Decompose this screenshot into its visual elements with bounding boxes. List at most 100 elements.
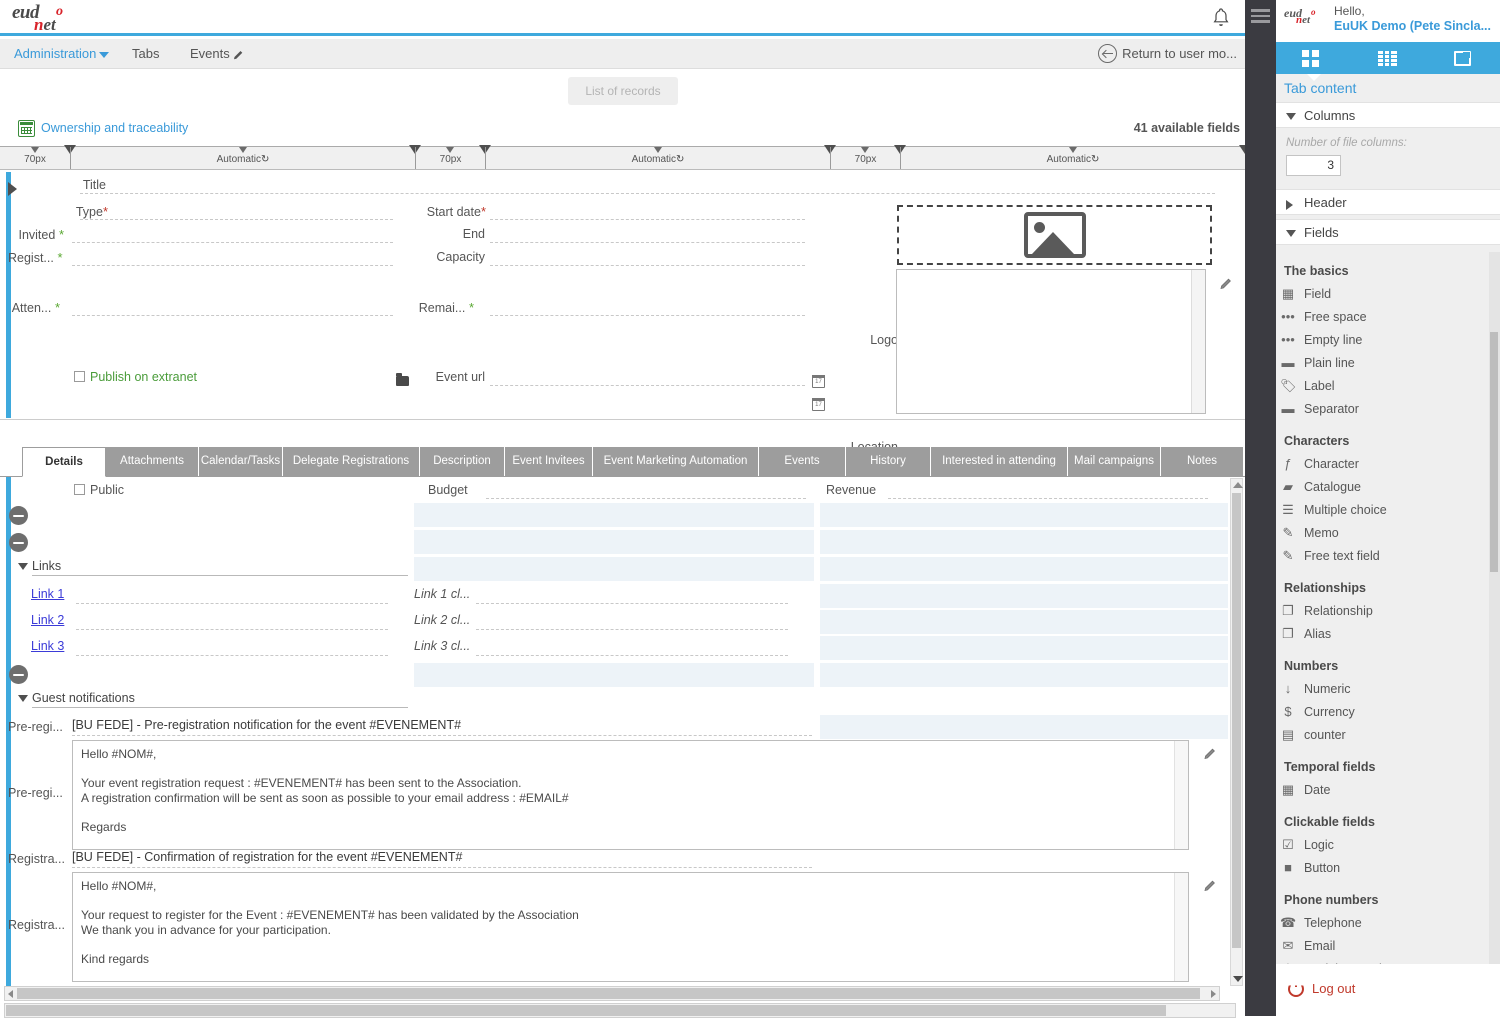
remove-row-button[interactable] (9, 665, 28, 684)
tab-list-view[interactable] (1351, 42, 1425, 74)
accordion-fields[interactable]: Fields (1276, 219, 1500, 245)
tab-calendar-tasks[interactable]: Calendar/Tasks (199, 447, 283, 476)
scroll-left-arrow-icon[interactable] (8, 990, 13, 998)
tab-mail-campaigns[interactable]: Mail campaigns (1068, 447, 1161, 476)
link-input[interactable] (76, 629, 388, 630)
ruler-center-marker[interactable] (238, 147, 247, 153)
field-type-button[interactable]: ■ Button (1284, 860, 1340, 875)
field-input[interactable] (490, 265, 805, 266)
field-type-empty-line[interactable]: ••• Empty line (1281, 332, 1362, 347)
tab-delegate-registrations[interactable]: Delegate Registrations (283, 447, 420, 476)
tab-notes[interactable]: Notes (1161, 447, 1244, 476)
pencil-icon-registration[interactable] (1204, 877, 1218, 892)
chevron-down-icon[interactable] (99, 52, 109, 58)
field-type-email[interactable]: ✉ Email (1283, 938, 1336, 953)
field-input[interactable] (490, 385, 805, 386)
link-label[interactable]: Link 2 (31, 613, 64, 627)
ruler-center-marker[interactable] (653, 147, 662, 153)
logout-button[interactable]: Log out (1312, 981, 1355, 996)
bell-icon[interactable] (1209, 6, 1233, 30)
pencil-icon-location[interactable] (1220, 275, 1234, 290)
list-of-records-button[interactable]: List of records (568, 77, 678, 105)
field-type-catalogue[interactable]: ▰ Catalogue (1283, 479, 1361, 494)
field-type-numeric[interactable]: ↓ Numeric (1285, 681, 1351, 696)
tab-details[interactable]: Details (22, 447, 106, 477)
tab-attachments[interactable]: Attachments (106, 447, 199, 476)
link-caption-input[interactable] (476, 629, 788, 630)
field-input[interactable] (72, 265, 393, 266)
pencil-icon-prereg[interactable] (1204, 745, 1218, 760)
menu-tabs[interactable]: Tabs (128, 39, 163, 69)
location-scrollbar[interactable] (1191, 270, 1205, 413)
field-type-counter[interactable]: ▤ counter (1282, 727, 1346, 742)
field-input[interactable] (72, 242, 393, 243)
column-ruler[interactable]: 70px Automatic ↻ 70px Automatic ↻ 70px Automa… (0, 145, 1251, 170)
return-to-user-mode-button[interactable]: Return to user mo... (1098, 39, 1237, 69)
field-type-relationship[interactable]: ❐ Relationship (1282, 603, 1373, 618)
tab-event-invitees[interactable]: Event Invitees (505, 447, 593, 476)
field-type-telephone[interactable]: ☎ Telephone (1280, 915, 1362, 930)
ruler-center-marker[interactable] (1068, 147, 1077, 153)
field-type-plain-line[interactable]: ▬ Plain line (1282, 355, 1355, 370)
link-label[interactable]: Link 3 (31, 639, 64, 653)
field-type-memo[interactable]: ✎ Memo (1283, 525, 1339, 540)
remove-row-button[interactable] (9, 533, 28, 552)
calendar-icon-start[interactable]: 17 (812, 375, 825, 388)
tab-description[interactable]: Description (420, 447, 505, 476)
tab-history[interactable]: History (846, 447, 931, 476)
field-type-alias[interactable]: ❐ Alias (1282, 626, 1331, 641)
ruler-center-marker[interactable] (31, 147, 39, 153)
hamburger-menu-icon[interactable] (1251, 9, 1270, 23)
prereg-body-memo[interactable]: Hello #NOM#, Your event registration req… (72, 740, 1189, 850)
pencil-icon[interactable] (233, 41, 245, 60)
field-input[interactable] (490, 219, 805, 220)
expand-arrow-icon[interactable] (8, 182, 17, 196)
scroll-up-arrow-icon[interactable] (1233, 482, 1243, 488)
prereg-memo-scrollbar[interactable] (1174, 741, 1188, 849)
tab-events[interactable]: Events (759, 447, 846, 476)
details-vertical-scrollbar[interactable] (1230, 478, 1243, 986)
field-type-free-text-field[interactable]: ✎ Free text field (1283, 548, 1380, 563)
revenue-field[interactable] (888, 498, 1208, 499)
guest-collapse-caret[interactable] (18, 695, 28, 702)
accordion-columns[interactable]: Columns (1276, 102, 1500, 128)
field-list-scrollbar[interactable] (1489, 252, 1500, 964)
accordion-header[interactable]: Header (1276, 189, 1500, 215)
link-label[interactable]: Link 1 (31, 587, 64, 601)
field-type-separator[interactable]: ▬ Separator (1282, 401, 1359, 416)
scroll-down-arrow-icon[interactable] (1233, 976, 1243, 982)
field-type-multiple-choice[interactable]: ☰ Multiple choice (1282, 502, 1387, 517)
scroll-thumb[interactable] (17, 988, 1200, 999)
registration-body-memo[interactable]: Hello #NOM#, Your request to register fo… (72, 872, 1189, 982)
link-input[interactable] (76, 655, 388, 656)
scroll-thumb[interactable] (6, 1005, 1166, 1016)
field-type-logic[interactable]: ☑ Logic (1282, 837, 1334, 852)
link-caption-input[interactable] (476, 603, 788, 604)
remove-row-button[interactable] (9, 506, 28, 525)
link-caption-input[interactable] (476, 655, 788, 656)
field-input[interactable] (490, 315, 805, 316)
field-input[interactable] (80, 193, 1215, 194)
budget-field[interactable] (486, 498, 806, 499)
user-name[interactable]: EuUK Demo (Pete Sincla... (1334, 19, 1491, 33)
logo-dropzone[interactable] (897, 205, 1212, 265)
field-type-currency[interactable]: $ Currency (1284, 704, 1354, 719)
tab-grid-view[interactable] (1276, 42, 1350, 81)
tab-interested-in-attending[interactable]: Interested in attending (931, 447, 1068, 476)
ownership-link[interactable]: Ownership and traceability (41, 121, 188, 135)
menu-administration[interactable]: Administration (10, 39, 100, 69)
number-of-columns-input[interactable]: 3 (1286, 155, 1341, 176)
location-textarea[interactable] (896, 269, 1206, 414)
scroll-thumb[interactable] (1232, 493, 1241, 948)
public-checkbox[interactable] (74, 484, 85, 495)
field-type-field[interactable]: ▦ Field (1282, 286, 1331, 301)
publish-checkbox[interactable] (74, 371, 85, 382)
tab-window-view[interactable] (1426, 42, 1500, 74)
field-type-date[interactable]: ▦ Date (1282, 782, 1331, 797)
scroll-right-arrow-icon[interactable] (1211, 990, 1216, 998)
prereg-subject-value[interactable]: [BU FEDE] - Pre-registration notificatio… (72, 718, 461, 732)
field-input[interactable] (490, 242, 805, 243)
calendar-icon-end[interactable]: 17 (812, 398, 825, 411)
menu-events[interactable]: Events (186, 39, 249, 69)
registration-memo-scrollbar[interactable] (1174, 873, 1188, 981)
